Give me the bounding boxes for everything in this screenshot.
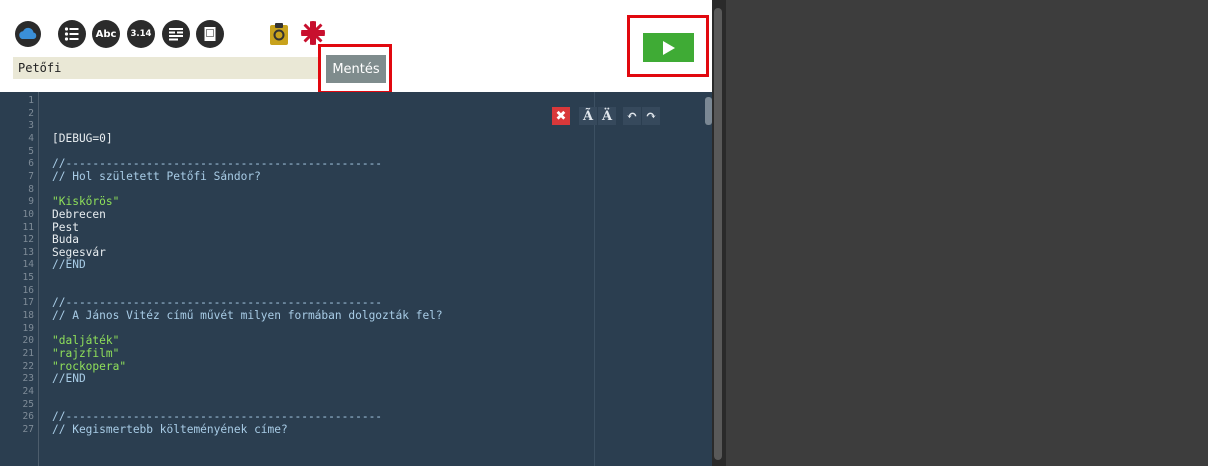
line-number: 18: [22, 310, 34, 322]
line-number: 27: [22, 423, 34, 435]
editor-scrollbar[interactable]: [699, 92, 712, 466]
line-number: 16: [22, 284, 34, 296]
line-number: 1: [28, 95, 34, 106]
line-number: 9: [28, 196, 34, 208]
line-number: 2: [28, 107, 34, 119]
line-number-gutter: 1 2 3 4 5 6 7 8 9 10 11 12 13 14 15 16 17 18 19 20 21 22 23 24 2…: [0, 92, 38, 466]
line-number: 21: [22, 348, 34, 359]
line-number: 15: [22, 272, 34, 284]
font-decrease-button[interactable]: Ä: [598, 107, 616, 125]
code-editor[interactable]: 1 2 3 4 5 6 7 8 9 10 11 12 13 14 15 16 17 18 19 20 21 22 23 24 2…: [0, 92, 712, 466]
save-highlight-frame: Mentés: [318, 44, 392, 94]
line-number: 13: [22, 246, 34, 258]
abc-icon-label: Abc: [95, 28, 117, 40]
gutter-divider: [38, 92, 39, 466]
line-number: 11: [22, 221, 34, 233]
code-line[interactable]: //--------------------------------------…: [52, 411, 382, 423]
code-line[interactable]: "Kiskőrös": [52, 196, 119, 208]
uk-flag-icon[interactable]: [301, 21, 325, 45]
code-line[interactable]: "rajzfilm": [52, 348, 119, 360]
code-line[interactable]: // Kegismertebb költeményének címe?: [52, 423, 288, 436]
line-number: 24: [22, 385, 34, 397]
search-input[interactable]: [13, 57, 319, 79]
save-button[interactable]: Mentés: [326, 55, 386, 83]
line-number: 3: [28, 120, 34, 132]
number-icon[interactable]: 3.14: [127, 20, 155, 48]
line-number: 23: [22, 373, 34, 385]
code-line[interactable]: "rockopera": [52, 360, 126, 373]
code-line[interactable]: // A János Vitéz című művét milyen formá…: [52, 310, 443, 322]
preview-panel: <H4><U>1. Hol született Petőfi Sándor?</…: [712, 0, 1208, 466]
line-number: 20: [22, 335, 34, 347]
lines-icon[interactable]: [162, 20, 190, 48]
code-line[interactable]: //--------------------------------------…: [52, 158, 382, 170]
code-line[interactable]: // Hol született Petőfi Sándor?: [52, 170, 261, 183]
line-number: 25: [22, 398, 34, 410]
cloud-icon[interactable]: [14, 20, 42, 48]
code-line[interactable]: //END: [52, 259, 86, 271]
font-increase-button[interactable]: Ã: [579, 107, 597, 125]
redo-button[interactable]: ↷: [642, 107, 660, 125]
code-line[interactable]: //END: [52, 373, 86, 385]
code-line[interactable]: Buda: [52, 234, 79, 246]
code-line[interactable]: Segesvár: [52, 246, 106, 259]
line-number: 4: [28, 132, 34, 144]
preview-scrollbar[interactable]: [712, 0, 726, 466]
line-number: 19: [22, 322, 34, 334]
line-number: 7: [28, 170, 34, 182]
clipboard-icon[interactable]: [268, 22, 290, 46]
run-button[interactable]: [643, 33, 694, 62]
preview-scroll-thumb[interactable]: [714, 8, 722, 460]
code-line[interactable]: [DEBUG=0]: [52, 132, 113, 145]
code-line[interactable]: "daljáték": [52, 335, 119, 347]
line-number: 6: [28, 158, 34, 170]
code-line[interactable]: //--------------------------------------…: [52, 297, 382, 309]
line-number: 10: [22, 208, 34, 220]
code-line[interactable]: Debrecen: [52, 208, 106, 221]
line-number: 5: [28, 145, 34, 157]
toolbar: Abc 3.14 Mentés: [0, 0, 712, 94]
document-icon[interactable]: [196, 20, 224, 48]
list-icon[interactable]: [58, 20, 86, 48]
line-number: 17: [22, 297, 34, 309]
line-number: 14: [22, 259, 34, 271]
editor-margin-line: [594, 92, 595, 466]
run-highlight-frame: [627, 15, 709, 77]
editor-scroll-thumb[interactable]: [705, 97, 712, 125]
undo-button[interactable]: ↶: [623, 107, 641, 125]
abc-icon[interactable]: Abc: [92, 20, 120, 48]
play-icon: [662, 40, 675, 55]
line-number: 12: [22, 234, 34, 246]
line-number: 22: [22, 360, 34, 372]
close-icon[interactable]: ✖: [552, 107, 570, 125]
line-number: 26: [22, 411, 34, 423]
line-number: 8: [28, 183, 34, 195]
number-icon-label: 3.14: [130, 29, 152, 39]
code-line[interactable]: Pest: [52, 221, 79, 234]
